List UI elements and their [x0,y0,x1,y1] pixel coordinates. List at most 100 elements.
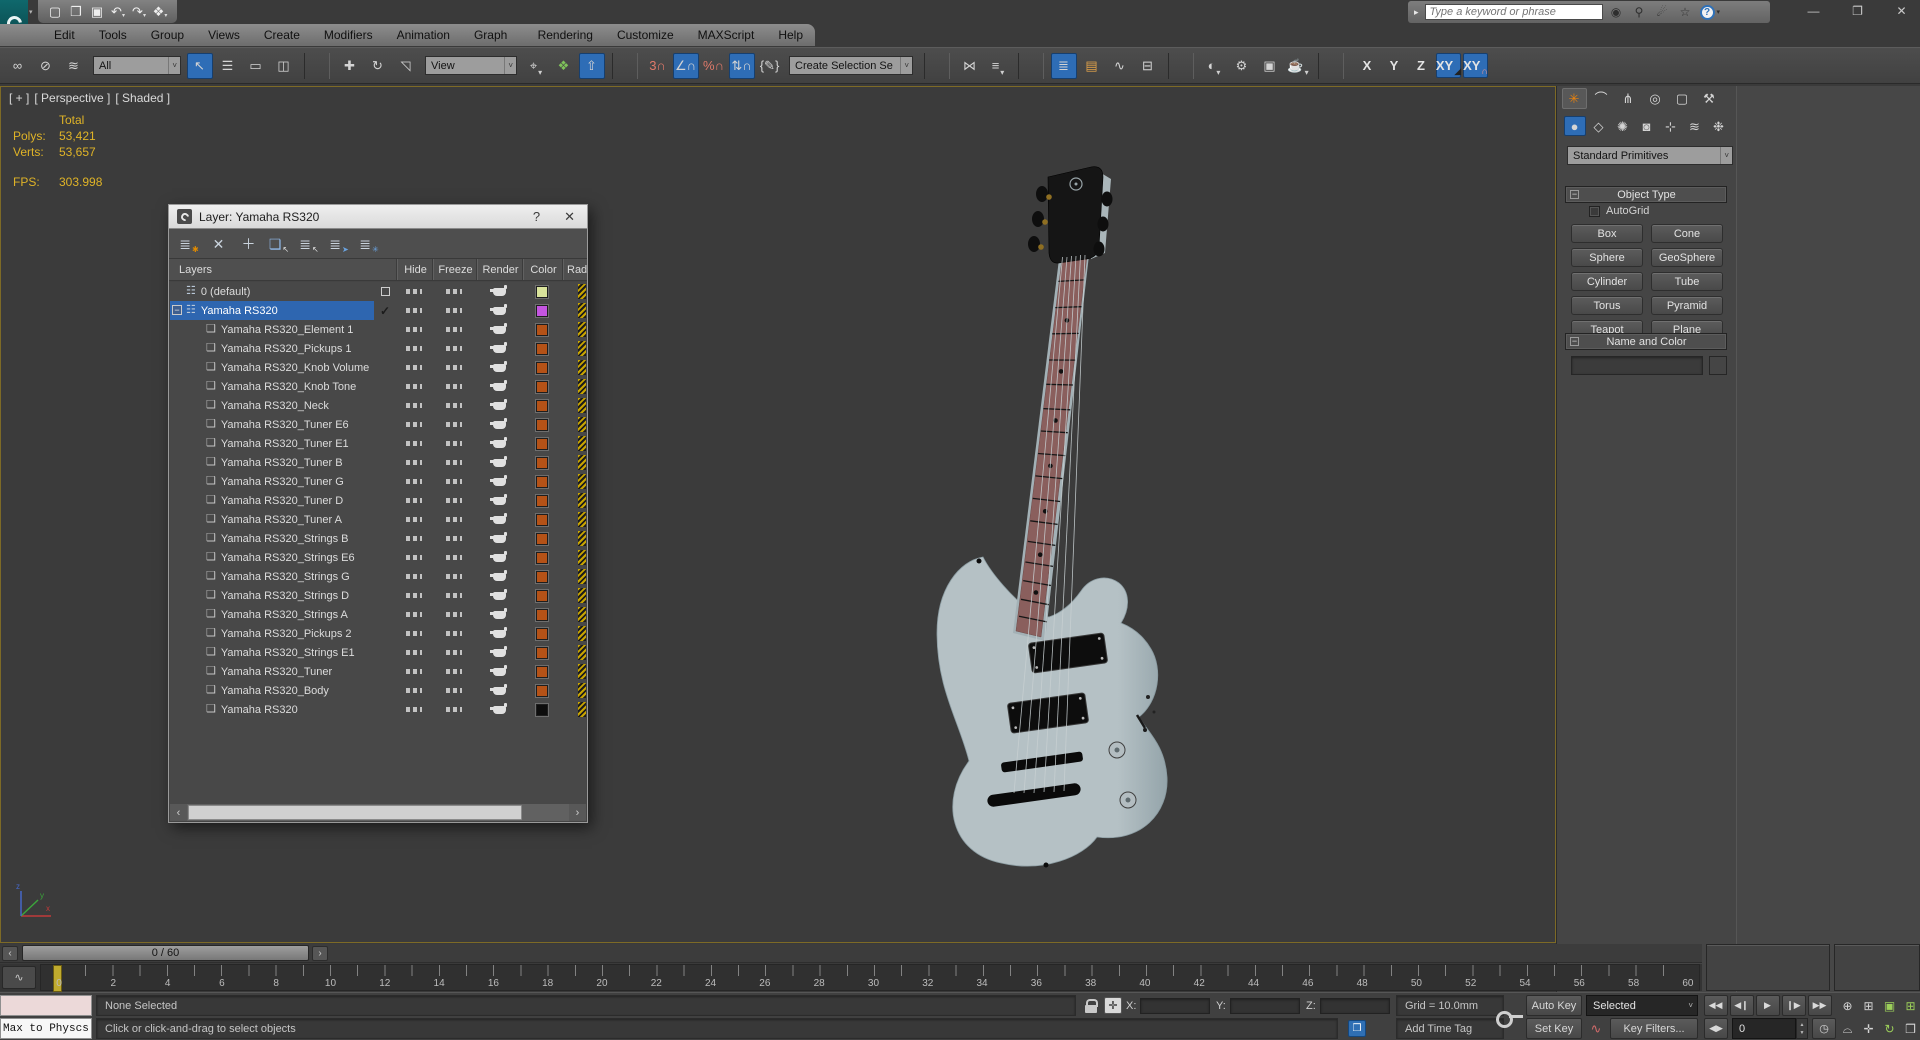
object-color-swatch[interactable] [1709,356,1727,375]
maximize-viewport-toggle-icon[interactable]: ❒ [1901,1018,1920,1039]
highlight-selected-objects-layers-icon[interactable]: ≣ ↖ [297,232,321,256]
hide-toggle[interactable] [406,403,422,408]
new-scene-icon[interactable]: ▢ [46,3,64,21]
set-keys-key-icon[interactable] [1496,1004,1524,1030]
render-toggle-icon[interactable] [489,626,507,638]
layer-row[interactable]: − Yamaha RS320_Tuner E6 ✓ [170,415,586,434]
help-button[interactable]: ? ▾ [1699,4,1721,20]
named-selection-sets-dropdown[interactable]: Create Selection Se ˅ [789,56,913,75]
layer-row[interactable]: − Yamaha RS320_Element 1 ✓ [170,320,586,339]
column-render[interactable]: Render [477,259,523,280]
horizontal-scrollbar[interactable]: ‹ › [170,804,586,821]
layer-row[interactable]: − 0 (default) ✓ [170,282,586,301]
time-configuration-icon[interactable]: ◷ [1812,1018,1836,1039]
render-toggle-icon[interactable] [489,398,507,410]
layer-manager-icon[interactable]: ≣ [1051,52,1077,79]
freeze-toggle[interactable] [446,707,462,712]
select-and-move-icon[interactable]: ✚ [337,53,363,79]
category-systems[interactable]: ❉ [1708,116,1730,136]
layer-color-swatch[interactable] [536,646,548,659]
menu-item[interactable]: Tools [87,24,139,46]
layer-row[interactable]: − Yamaha RS320_Knob Tone ✓ [170,377,586,396]
create-new-layer-icon[interactable]: ≣ ✱ [177,232,201,256]
tab-hierarchy[interactable]: ⋔ [1616,88,1641,109]
layer-color-swatch[interactable] [536,437,548,450]
x-coord-field[interactable] [1140,998,1210,1014]
render-toggle-icon[interactable] [489,436,507,448]
hide-toggle[interactable] [406,289,422,294]
restore-button[interactable]: ❐ [1848,2,1868,20]
freeze-toggle[interactable] [446,441,462,446]
next-frame-arrow[interactable]: › [312,946,328,961]
hide-toggle[interactable] [406,498,422,503]
layer-row[interactable]: − Yamaha RS320_Tuner G ✓ [170,472,586,491]
tab-create[interactable]: ✳ [1562,88,1587,109]
category-lights[interactable]: ✺ [1612,116,1634,136]
freeze-toggle[interactable] [446,631,462,636]
freeze-toggle[interactable] [446,289,462,294]
align-icon[interactable]: ≡ ▾ [985,53,1011,79]
render-toggle-icon[interactable] [489,512,507,524]
separator[interactable] [1318,52,1344,79]
menu-item[interactable]: Customize [605,24,686,46]
delete-empty-layers-icon[interactable]: ✕ [207,232,231,256]
freeze-toggle[interactable] [446,327,462,332]
separator[interactable] [1018,52,1044,79]
schematic-view-icon[interactable]: ⊟ [1135,53,1161,79]
layer-color-swatch[interactable] [536,380,548,393]
close-button[interactable]: ✕ [1892,2,1912,20]
project-folder-icon[interactable]: ❖ ▾ [151,3,169,21]
freeze-toggle[interactable] [446,536,462,541]
layer-color-swatch[interactable] [536,361,548,374]
rectangular-selection-region-icon[interactable]: ▭ [243,53,269,79]
render-toggle-icon[interactable] [489,664,507,676]
layer-row[interactable]: − Yamaha RS320_Neck ✓ [170,396,586,415]
freeze-toggle[interactable] [446,574,462,579]
reference-coordinate-system-dropdown[interactable]: View ˅ [425,56,517,75]
redo-icon[interactable]: ↷ ▾ [130,3,148,21]
angle-snap-toggle-icon[interactable]: ∠∩ [673,52,699,79]
render-setup-icon[interactable]: ⚙ [1229,53,1255,79]
render-toggle-icon[interactable] [489,645,507,657]
menu-item[interactable]: Rendering [526,24,605,46]
menu-item[interactable]: Help [766,24,815,46]
snap-axis-constraint-button[interactable]: XY ∩ [1463,53,1488,78]
set-key-button[interactable]: Set Key [1526,1018,1582,1039]
search-input[interactable] [1424,4,1603,20]
dialog-close-button[interactable]: ✕ [552,209,579,225]
select-and-link-icon[interactable]: ∞ [5,53,31,79]
render-toggle-icon[interactable] [489,341,507,353]
object-type-button[interactable]: GeoSphere [1651,248,1723,267]
render-toggle-icon[interactable] [489,569,507,581]
spinner-snap-toggle-icon[interactable]: ⇅∩ [729,52,755,79]
help-dropdown-icon[interactable]: ▾ [1717,8,1721,16]
hide-toggle[interactable] [406,308,422,313]
next-frame-icon[interactable]: ❙▶ [1782,995,1806,1016]
layer-row[interactable]: − Yamaha RS320_Strings D ✓ [170,586,586,605]
layer-color-swatch[interactable] [536,418,548,431]
hide-toggle[interactable] [406,441,422,446]
hide-toggle[interactable] [406,346,422,351]
freeze-toggle[interactable] [446,384,462,389]
collapse-rollout-icon[interactable]: − [1570,337,1579,346]
object-class-dropdown[interactable]: Standard Primitives ˅ [1567,146,1733,165]
freeze-toggle[interactable] [446,517,462,522]
hide-toggle[interactable] [406,327,422,332]
orbit-icon[interactable]: ↻ [1880,1018,1900,1039]
category-geometry[interactable]: ● [1564,116,1586,136]
frame-spinner[interactable]: ▲ ▼ [1796,1018,1808,1039]
percent-snap-toggle-icon[interactable]: %∩ [701,53,727,79]
maxscript-mini-listener[interactable]: Max to Physcs [0,1018,92,1039]
layer-row[interactable]: − Yamaha RS320_Strings E1 ✓ [170,643,586,662]
zoom-extents-icon[interactable]: ▣ [1880,995,1900,1016]
category-helpers[interactable]: ⊹ [1660,116,1682,136]
material-editor-icon[interactable]: ◐ ▾ [1201,53,1227,79]
previous-frame-arrow[interactable]: ‹ [2,946,18,961]
freeze-toggle[interactable] [446,612,462,617]
expand-toggle[interactable]: − [172,305,182,315]
select-object-icon[interactable]: ↖ [187,52,213,79]
freeze-toggle[interactable] [446,479,462,484]
layer-color-swatch[interactable] [536,513,548,526]
select-and-scale-icon[interactable]: ◹ [393,53,419,79]
object-type-rollout[interactable]: − Object Type [1565,186,1727,203]
